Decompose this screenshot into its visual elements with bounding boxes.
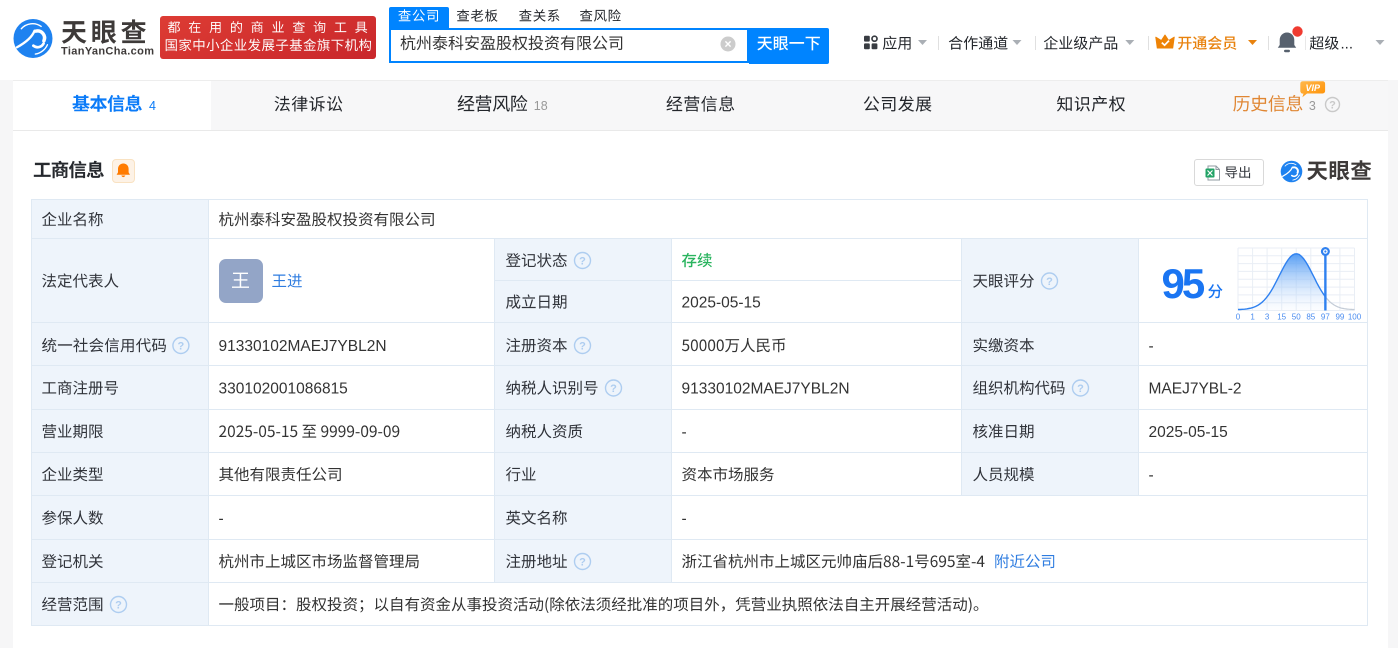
svg-text:4: 4 — [149, 99, 156, 113]
svg-text:3: 3 — [1265, 313, 1270, 322]
svg-text:VIP: VIP — [1306, 83, 1322, 93]
svg-text:MAEJ7YBL-2: MAEJ7YBL-2 — [1149, 380, 1242, 397]
svg-text:2025-05-15: 2025-05-15 — [1149, 424, 1228, 441]
svg-text:?: ? — [1046, 276, 1053, 288]
svg-text:97: 97 — [1321, 313, 1330, 322]
svg-text:-: - — [219, 510, 224, 527]
svg-text:15: 15 — [1277, 313, 1286, 322]
svg-text:?: ? — [579, 556, 586, 568]
svg-text:2025-05-15: 2025-05-15 — [682, 294, 761, 311]
svg-text:91330102MAEJ7YBL2N: 91330102MAEJ7YBL2N — [682, 380, 850, 397]
svg-text:?: ? — [1077, 383, 1084, 395]
svg-text:?: ? — [579, 340, 586, 352]
svg-text:85: 85 — [1306, 313, 1315, 322]
svg-text:...: ... — [1341, 35, 1354, 52]
svg-text:TianYanCha.com: TianYanCha.com — [61, 46, 154, 58]
svg-text:95: 95 — [1162, 260, 1205, 307]
svg-text:?: ? — [610, 383, 617, 395]
svg-text:1: 1 — [1250, 313, 1255, 322]
svg-text:18: 18 — [534, 99, 548, 113]
svg-text:?: ? — [115, 599, 122, 611]
svg-text:99: 99 — [1335, 313, 1344, 322]
svg-text:-: - — [682, 424, 687, 441]
svg-text:-: - — [1149, 338, 1154, 355]
svg-text:100: 100 — [1348, 313, 1362, 322]
svg-text:?: ? — [579, 255, 586, 267]
svg-text:3: 3 — [1309, 99, 1316, 113]
svg-text:91330102MAEJ7YBL2N: 91330102MAEJ7YBL2N — [219, 338, 387, 355]
svg-text:0: 0 — [1236, 313, 1241, 322]
svg-text:-: - — [1149, 467, 1154, 484]
svg-text:50: 50 — [1292, 313, 1301, 322]
svg-text:330102001086815: 330102001086815 — [219, 380, 348, 397]
svg-text:?: ? — [178, 340, 185, 352]
svg-text:?: ? — [1329, 99, 1336, 111]
svg-text:-: - — [682, 510, 687, 527]
